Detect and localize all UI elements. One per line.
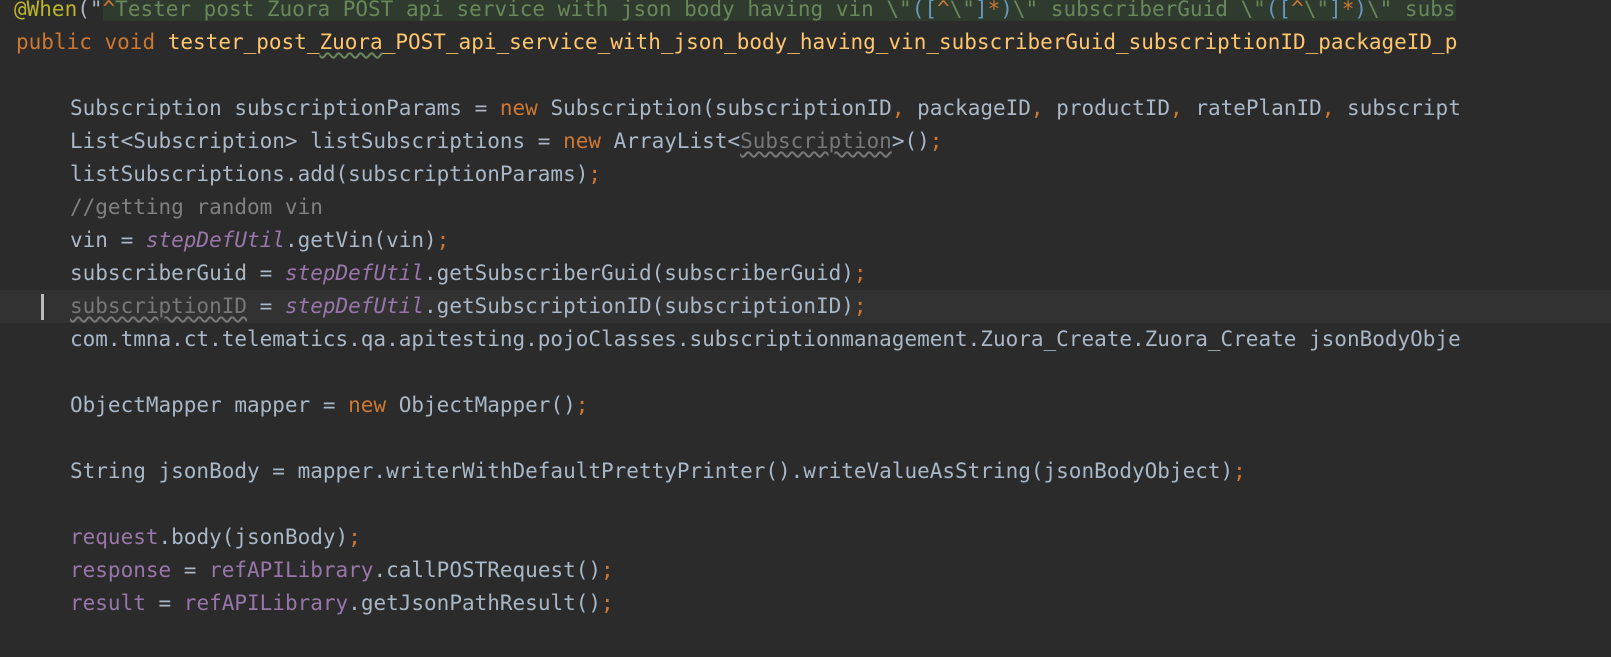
method-name: tester_post_Zuora_POST_api_service_with_… <box>167 30 1458 54</box>
regex-group-open: ([ <box>1265 0 1292 21</box>
regex-bracket-close: ] <box>1329 0 1342 21</box>
code-line[interactable]: com.tmna.ct.telematics.qa.apitesting.poj… <box>0 323 1611 356</box>
code-line[interactable]: subscriberGuid = stepDefUtil.getSubscrib… <box>0 257 1611 290</box>
static-field: stepDefUtil <box>284 294 425 318</box>
keyword-void: void <box>104 30 156 54</box>
string-literal: \" <box>1303 0 1330 21</box>
regex-anchor: ^ <box>102 0 116 21</box>
regex-quantifier: * <box>1341 0 1355 21</box>
string-literal: Tester post Zuora POST api service with … <box>115 0 912 21</box>
regex-negation: ^ <box>1291 0 1304 21</box>
code-line[interactable]: String jsonBody = mapper.writerWithDefau… <box>0 455 1611 488</box>
regex-quantifier: * <box>987 0 1001 21</box>
keyword-new: new <box>563 129 602 153</box>
code-line[interactable]: result = refAPILibrary.getJsonPathResult… <box>0 587 1611 620</box>
annotation-keyword: @When <box>14 0 78 21</box>
keyword-public: public <box>16 30 92 54</box>
regex-group-close: ) <box>1000 0 1013 21</box>
regex-negation: ^ <box>936 0 950 21</box>
code-line[interactable]: Subscription subscriptionParams = new Su… <box>0 92 1611 125</box>
regex-bracket-close: ] <box>974 0 988 21</box>
text-caret <box>41 294 44 320</box>
instance-field: result <box>70 591 146 615</box>
code-line-annotation[interactable]: @When("^Tester post Zuora POST api servi… <box>0 0 1611 26</box>
string-literal: \" <box>949 0 975 21</box>
keyword-new: new <box>348 393 387 417</box>
instance-field: refAPILibrary <box>209 558 374 582</box>
keyword-new: new <box>499 96 538 120</box>
static-field: stepDefUtil <box>145 228 285 252</box>
string-literal: \" subs <box>1367 0 1456 21</box>
redundant-type-argument: Subscription <box>740 129 892 153</box>
code-line[interactable]: ObjectMapper mapper = new ObjectMapper()… <box>0 389 1611 422</box>
code-line-current[interactable]: subscriptionID = stepDefUtil.getSubscrip… <box>0 290 1611 323</box>
code-line[interactable]: vin = stepDefUtil.getVin(vin); <box>0 224 1611 257</box>
string-literal: \" subscriberGuid \" <box>1012 0 1266 21</box>
paren-quote: (" <box>77 0 103 21</box>
unused-assignment: subscriptionID <box>70 294 248 318</box>
instance-field: response <box>70 558 172 582</box>
code-line-method-signature[interactable]: public void tester_post_Zuora_POST_api_s… <box>0 26 1611 59</box>
code-line-comment[interactable]: //getting random vin <box>0 191 1611 224</box>
code-line[interactable]: request.body(jsonBody); <box>0 521 1611 554</box>
instance-field: request <box>70 525 159 549</box>
instance-field: refAPILibrary <box>183 591 349 615</box>
regex-group-open: ([ <box>911 0 937 21</box>
code-editor[interactable]: @When("^Tester post Zuora POST api servi… <box>0 0 1611 657</box>
regex-group-close: ) <box>1354 0 1367 21</box>
line-comment: //getting random vin <box>70 195 323 219</box>
code-line[interactable]: List<Subscription> listSubscriptions = n… <box>0 125 1611 158</box>
static-field: stepDefUtil <box>284 261 425 285</box>
code-line[interactable]: response = refAPILibrary.callPOSTRequest… <box>0 554 1611 587</box>
code-line[interactable]: listSubscriptions.add(subscriptionParams… <box>0 158 1611 191</box>
